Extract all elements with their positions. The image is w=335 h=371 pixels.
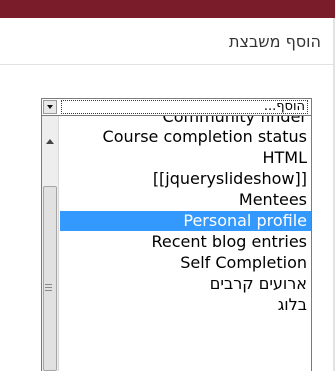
block-title: הוסף משבצת bbox=[229, 32, 321, 51]
select-current-value: הוסף... bbox=[60, 99, 309, 115]
option-jqueryslideshow[interactable]: [[jqueryslideshow]] bbox=[60, 169, 311, 189]
option-recent-blog-entries[interactable]: Recent blog entries bbox=[60, 232, 311, 252]
option-self-completion[interactable]: Self Completion bbox=[60, 253, 311, 273]
option-mentees[interactable]: Mentees bbox=[60, 190, 311, 210]
option-upcoming-events[interactable]: ארועים קרבים bbox=[60, 274, 311, 294]
option-course-completion-status[interactable]: Course completion status bbox=[60, 127, 311, 147]
option-personal-profile[interactable]: Personal profile bbox=[60, 211, 311, 231]
list-scrollbar[interactable] bbox=[42, 116, 59, 371]
scrollbar-thumb[interactable] bbox=[43, 186, 57, 371]
grip-icon bbox=[45, 284, 52, 291]
chevron-down-icon[interactable] bbox=[43, 100, 57, 114]
dropdown-list[interactable]: Community finder Course completion statu… bbox=[41, 116, 312, 371]
options-container: Community finder Course completion statu… bbox=[60, 116, 311, 371]
add-block-select[interactable]: הוסף... bbox=[41, 98, 312, 116]
chevron-up-icon[interactable] bbox=[42, 133, 58, 150]
add-block-header: הוסף משבצת bbox=[0, 18, 335, 65]
option-blog[interactable]: בלוג bbox=[60, 295, 311, 315]
top-bar bbox=[0, 0, 335, 18]
option-community-finder[interactable]: Community finder bbox=[60, 116, 311, 127]
option-html[interactable]: HTML bbox=[60, 148, 311, 168]
